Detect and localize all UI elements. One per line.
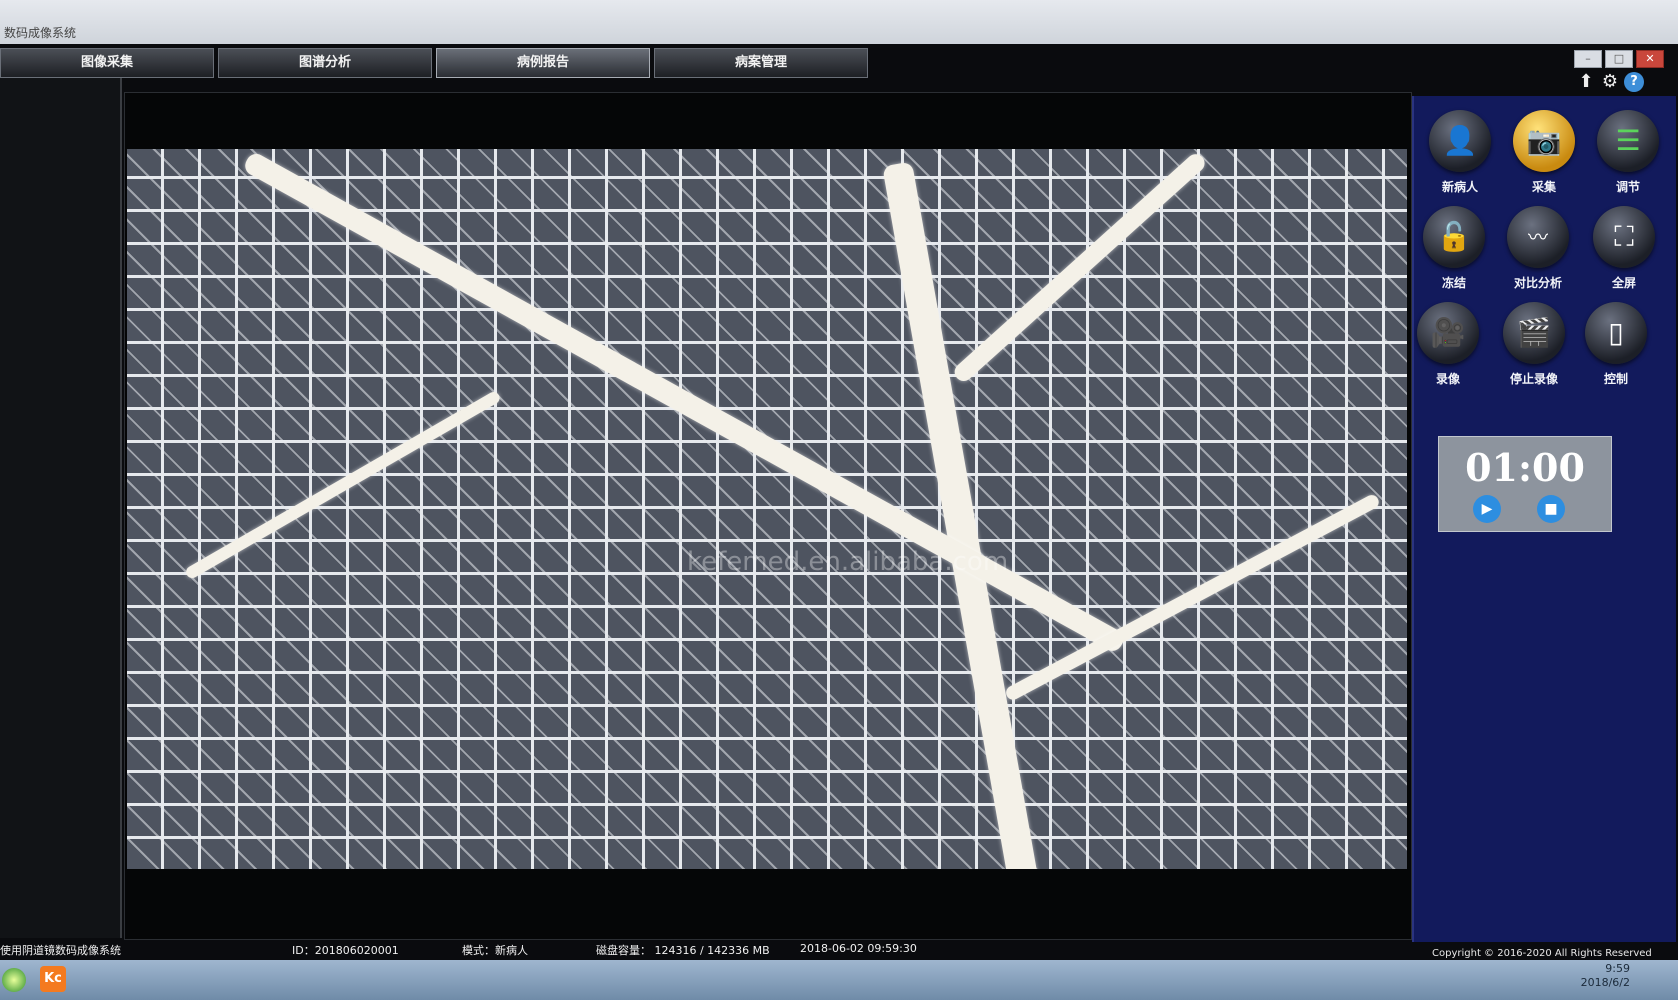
fullscreen-button[interactable]: ⛶ 全屏 — [1586, 206, 1662, 291]
kc-app-icon[interactable]: Kc — [40, 966, 66, 992]
window-title: 数码成像系统 — [4, 26, 77, 40]
compare-analysis-button[interactable]: 〰 对比分析 — [1500, 206, 1576, 291]
image-viewer[interactable]: kefemed.en.alibaba.com — [124, 92, 1412, 940]
close-button[interactable]: ✕ — [1636, 50, 1664, 68]
tab-case-report[interactable]: 病例报告 — [436, 48, 650, 78]
tab-atlas-analysis[interactable]: 图谱分析 — [218, 48, 432, 78]
remote-icon: ▯ — [1585, 302, 1647, 364]
new-patient-button[interactable]: 👤 新病人 — [1422, 110, 1498, 195]
tab-case-management[interactable]: 病案管理 — [654, 48, 868, 78]
gear-icon[interactable]: ⚙ — [1600, 72, 1620, 92]
freeze-button[interactable]: 🔓 冻结 — [1416, 206, 1492, 291]
main-tabs: 图像采集 图谱分析 病例报告 病案管理 — [0, 44, 872, 78]
watermark: kefemed.en.alibaba.com — [687, 547, 1009, 577]
help-icon[interactable]: ? — [1624, 72, 1644, 92]
pin-icon[interactable]: ⬆ — [1576, 72, 1596, 92]
top-right-icons: ⬆ ⚙ ? — [1576, 72, 1644, 92]
status-disk: 磁盘容量： 124316 / 142336 MB — [596, 944, 770, 957]
person-icon: 👤 — [1429, 110, 1491, 172]
compare-icon: 〰 — [1507, 206, 1569, 268]
unlock-icon: 🔓 — [1423, 206, 1485, 268]
status-id: ID：201806020001 — [292, 944, 399, 957]
timer-play-button[interactable]: ▶ — [1473, 495, 1501, 523]
stop-record-button[interactable]: 🎬 停止录像 — [1496, 302, 1572, 387]
status-app-name: 使用阴道镜数码成像系统 — [0, 944, 121, 957]
fullscreen-icon: ⛶ — [1593, 206, 1655, 268]
tray-date: 2018/6/2 — [1580, 976, 1630, 989]
branch-vein-lower-left — [184, 389, 502, 581]
window-titlebar: 数码成像系统 — [0, 0, 1678, 44]
status-datetime: 2018-06-02 09:59:30 — [800, 942, 917, 955]
taskbar: Kc 9:59 2018/6/2 — [0, 960, 1678, 1000]
start-icon[interactable] — [2, 968, 26, 992]
adjust-button[interactable]: ☰ 调节 — [1590, 110, 1666, 195]
sliders-icon: ☰ — [1597, 110, 1659, 172]
stop-record-icon: 🎬 — [1503, 302, 1565, 364]
status-mode: 模式：新病人 — [462, 944, 528, 957]
timer-display: 01:00 — [1465, 445, 1585, 490]
maximize-button[interactable]: □ — [1605, 50, 1633, 68]
capture-button[interactable]: 📷 采集 — [1506, 110, 1582, 195]
window-controls: – □ ✕ — [1574, 50, 1664, 68]
control-button[interactable]: ▯ 控制 — [1578, 302, 1654, 387]
record-button[interactable]: 🎥 录像 — [1410, 302, 1486, 387]
status-bar: 使用阴道镜数码成像系统 ID：201806020001 模式：新病人 磁盘容量：… — [0, 940, 1410, 960]
record-timer: 01:00 ▶ ■ — [1438, 436, 1612, 532]
video-camera-icon: 🎥 — [1417, 302, 1479, 364]
live-image: kefemed.en.alibaba.com — [127, 149, 1407, 869]
copyright-text: Copyright © 2016-2020 All Rights Reserve… — [1432, 948, 1652, 959]
right-tool-panel: 👤 新病人 📷 采集 ☰ 调节 🔓 冻结 〰 对比分析 ⛶ 全屏 🎥 录像 🎬 … — [1412, 96, 1676, 942]
system-tray-clock[interactable]: 9:59 2018/6/2 — [1581, 962, 1630, 990]
tray-time: 9:59 — [1605, 962, 1630, 975]
timer-stop-button[interactable]: ■ — [1537, 495, 1565, 523]
left-panel — [0, 78, 122, 938]
branch-vein-right — [950, 150, 1209, 385]
minimize-button[interactable]: – — [1574, 50, 1602, 68]
branch-vein-left — [241, 150, 1127, 655]
camera-icon: 📷 — [1513, 110, 1575, 172]
tab-image-capture[interactable]: 图像采集 — [0, 48, 214, 78]
